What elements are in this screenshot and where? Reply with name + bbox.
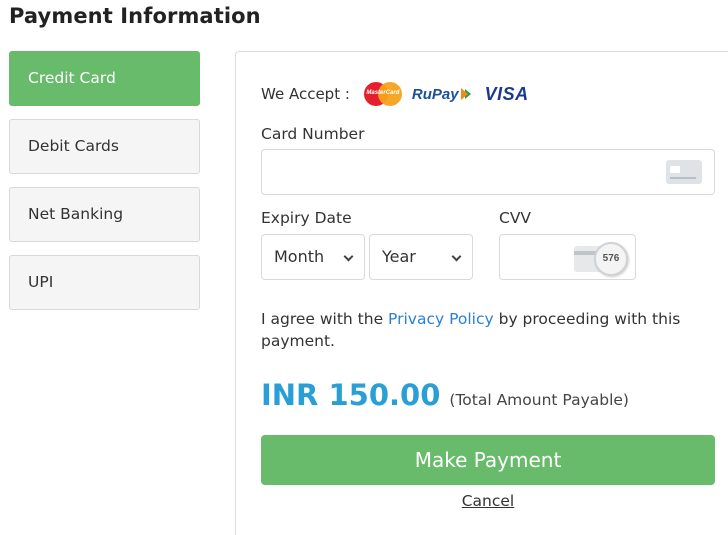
cvv-card-icon: 576 [574,242,630,276]
cvv-label: CVV [499,209,532,227]
chevron-down-icon [451,251,462,262]
credit-card-panel: We Accept : MasterCard RuPay VISA Card N… [235,51,728,535]
cvv-input[interactable] [500,235,570,279]
card-icon [666,160,702,184]
privacy-policy-link[interactable]: Privacy Policy [388,310,494,328]
tab-upi[interactable]: UPI [9,255,200,310]
expiry-month-value: Month [274,247,325,266]
tab-net-banking[interactable]: Net Banking [9,187,200,242]
card-number-field[interactable] [261,149,715,195]
payment-method-tabs: Credit Card Debit Cards Net Banking UPI [9,51,200,323]
expiry-date-label: Expiry Date [261,209,352,227]
card-number-input[interactable] [262,150,714,194]
total-amount: INR 150.00 (Total Amount Payable) [261,378,629,412]
amount-value: INR 150.00 [261,378,441,412]
mastercard-logo-icon: MasterCard [363,82,402,106]
chevron-down-icon [343,251,354,262]
expiry-month-select[interactable]: Month [261,234,365,280]
cancel-link[interactable]: Cancel [261,492,715,510]
rupay-logo-icon: RuPay [412,86,471,103]
cvv-field[interactable]: 576 [499,234,636,280]
visa-logo-icon: VISA [484,83,529,104]
expiry-year-value: Year [382,247,416,266]
accepted-cards: We Accept : MasterCard RuPay VISA [261,82,529,106]
amount-note: (Total Amount Payable) [449,391,629,409]
tab-debit-cards[interactable]: Debit Cards [9,119,200,174]
tab-credit-card[interactable]: Credit Card [9,51,200,106]
we-accept-label: We Accept : [261,85,350,103]
expiry-year-select[interactable]: Year [369,234,473,280]
privacy-agreement-text: I agree with the Privacy Policy by proce… [261,310,681,350]
make-payment-button[interactable]: Make Payment [261,435,715,485]
page-title: Payment Information [9,4,261,28]
card-number-label: Card Number [261,125,365,143]
